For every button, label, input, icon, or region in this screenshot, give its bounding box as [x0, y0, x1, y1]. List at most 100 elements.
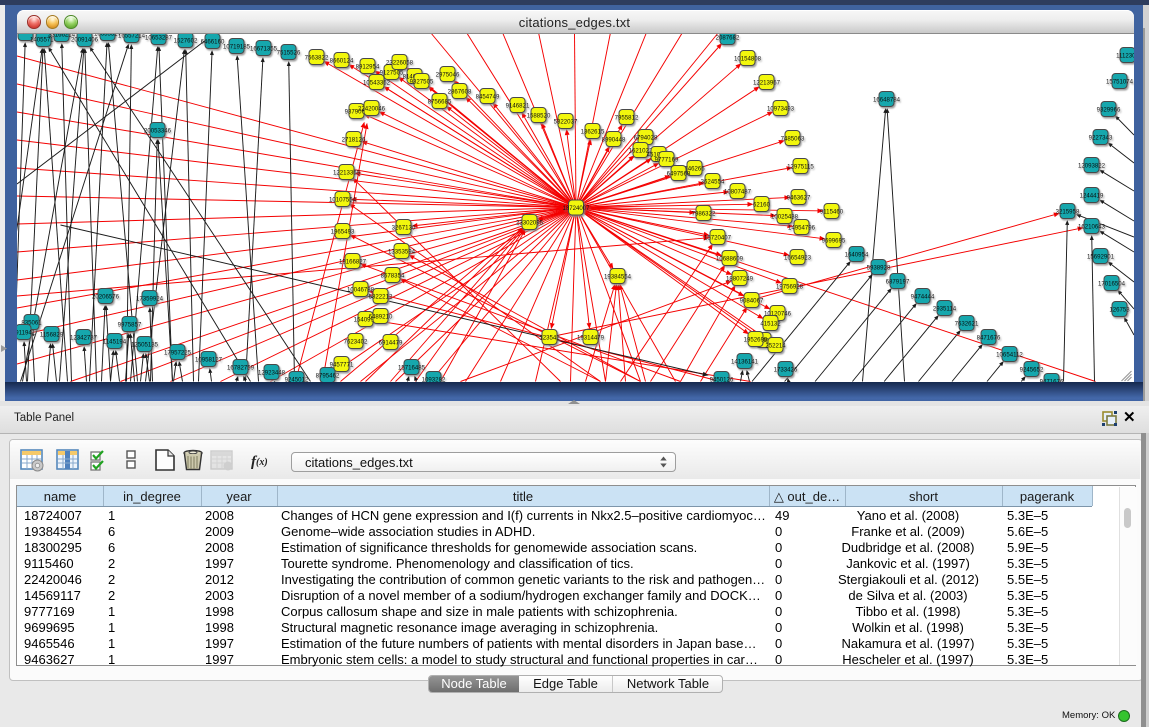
svg-text:9146821: 9146821 [505, 102, 529, 109]
svg-text:10719185: 10719185 [222, 43, 250, 50]
svg-text:20206576: 20206576 [91, 293, 119, 300]
svg-text:18807249: 18807249 [725, 275, 753, 282]
svg-text:16782759: 16782759 [226, 364, 254, 371]
svg-text:14954796: 14954796 [787, 224, 815, 231]
svg-text:10654112: 10654112 [996, 351, 1023, 358]
svg-text:16654923: 16654923 [783, 254, 811, 261]
svg-text:19166827: 19166827 [338, 258, 366, 265]
svg-text:19384554: 19384554 [603, 273, 631, 280]
svg-text:12093822: 12093822 [1077, 162, 1105, 169]
svg-text:3215958: 3215958 [1055, 208, 1079, 215]
svg-text:6914479: 6914479 [378, 339, 402, 346]
svg-text:19756928: 19756928 [775, 283, 803, 290]
svg-text:10807487: 10807487 [723, 188, 751, 195]
svg-text:17957225: 17957225 [163, 349, 191, 356]
svg-text:415132: 415132 [760, 320, 781, 327]
svg-text:15751074: 15751074 [1105, 78, 1133, 85]
svg-text:1588520: 1588520 [526, 112, 550, 119]
svg-text:8912954: 8912954 [355, 63, 379, 70]
svg-text:1965493: 1965493 [330, 228, 354, 235]
svg-text:6466160: 6466160 [200, 38, 224, 45]
svg-text:9084067: 9084067 [739, 297, 763, 304]
svg-text:7515526: 7515526 [276, 49, 300, 56]
svg-text:7563822: 7563822 [304, 54, 328, 61]
svg-text:3911941: 3911941 [17, 329, 36, 336]
svg-text:2087682: 2087682 [715, 34, 739, 41]
svg-text:12342737: 12342737 [69, 334, 97, 341]
svg-text:23302095: 23302095 [515, 219, 543, 226]
svg-text:10973493: 10973493 [766, 105, 794, 112]
svg-text:12213369: 12213369 [332, 169, 360, 176]
svg-text:5322037: 5322037 [553, 118, 577, 125]
svg-text:1145194: 1145194 [102, 338, 126, 345]
svg-text:5822212: 5822212 [368, 293, 392, 300]
svg-text:12975115: 12975115 [787, 163, 814, 170]
svg-text:9327505: 9327505 [409, 78, 433, 85]
svg-text:9457771: 9457771 [329, 361, 353, 368]
svg-text:17359924: 17359924 [135, 295, 163, 302]
svg-text:23226058: 23226058 [385, 59, 413, 66]
svg-text:6489210: 6489210 [368, 313, 392, 320]
svg-text:10543362: 10543362 [362, 79, 390, 86]
svg-text:15716485: 15716485 [397, 364, 425, 371]
svg-text:6497568: 6497568 [666, 170, 690, 177]
svg-text:5938928: 5938928 [866, 264, 890, 271]
svg-text:16648784: 16648784 [872, 96, 900, 103]
svg-text:(x): (x) [256, 457, 268, 468]
svg-text:8471676: 8471676 [976, 334, 1000, 341]
svg-text:18724007: 18724007 [562, 205, 590, 212]
svg-text:10653287: 10653287 [144, 34, 172, 41]
svg-text:7623402: 7623402 [343, 338, 367, 345]
svg-text:15720407: 15720407 [703, 234, 731, 241]
svg-text:126753: 126753 [1109, 306, 1130, 313]
svg-text:8678354: 8678354 [380, 272, 404, 279]
svg-text:8795462: 8795462 [315, 372, 339, 379]
svg-text:1527602: 1527602 [173, 37, 197, 44]
svg-text:9115460: 9115460 [819, 208, 843, 215]
svg-text:20091406: 20091406 [70, 36, 98, 43]
svg-text:10025438: 10025438 [770, 213, 798, 220]
svg-text:3267130: 3267130 [391, 224, 415, 231]
svg-text:1640954: 1640954 [844, 251, 868, 258]
svg-text:12923448: 12923448 [257, 369, 285, 376]
svg-text:8756685: 8756685 [427, 98, 451, 105]
svg-text:1733426: 1733426 [773, 366, 797, 373]
svg-text:1244419: 1244419 [1079, 192, 1103, 199]
svg-text:62160: 62160 [753, 201, 771, 208]
svg-text:9699695: 9699695 [821, 237, 845, 244]
svg-text:7986322: 7986322 [691, 210, 715, 217]
svg-text:9463627: 9463627 [786, 194, 810, 201]
svg-text:1112304: 1112304 [1116, 52, 1134, 59]
svg-text:10154808: 10154808 [733, 55, 761, 62]
svg-text:7632621: 7632621 [954, 320, 978, 327]
svg-text:2867608: 2867608 [447, 88, 471, 95]
svg-text:1093282: 1093282 [421, 376, 445, 382]
svg-text:10958127: 10958127 [194, 356, 222, 363]
svg-text:6794028: 6794028 [633, 134, 657, 141]
svg-text:9450126: 9450126 [709, 376, 733, 382]
svg-text:12213967: 12213967 [752, 79, 780, 86]
svg-text:9329966: 9329966 [1096, 106, 1120, 113]
svg-text:1156829: 1156829 [39, 331, 63, 338]
svg-text:9975857: 9975857 [117, 321, 141, 328]
svg-text:12505135: 12505135 [130, 341, 158, 348]
svg-text:123542: 123542 [539, 334, 560, 341]
svg-text:1952695: 1952695 [743, 336, 767, 343]
svg-text:15692901: 15692901 [1086, 253, 1114, 260]
svg-text:13353594: 13353594 [387, 248, 415, 255]
svg-text:8454749: 8454749 [475, 93, 499, 100]
svg-text:14136141: 14136141 [730, 358, 758, 365]
svg-text:19314479: 19314479 [576, 334, 604, 341]
svg-text:2935114: 2935114 [932, 305, 956, 312]
svg-text:17016504: 17016504 [1097, 280, 1125, 287]
svg-text:2718126: 2718126 [341, 136, 365, 143]
svg-text:9777169: 9777169 [654, 156, 678, 163]
svg-text:16210643: 16210643 [1077, 223, 1105, 230]
svg-text:9227343: 9227343 [1088, 134, 1112, 141]
svg-text:6879197: 6879197 [885, 278, 909, 285]
svg-text:9474444: 9474444 [910, 293, 934, 300]
svg-text:7955812: 7955812 [614, 114, 638, 121]
svg-text:10046788: 10046788 [346, 286, 374, 293]
svg-text:9245012: 9245012 [284, 376, 308, 382]
svg-text:3624554: 3624554 [700, 178, 724, 185]
